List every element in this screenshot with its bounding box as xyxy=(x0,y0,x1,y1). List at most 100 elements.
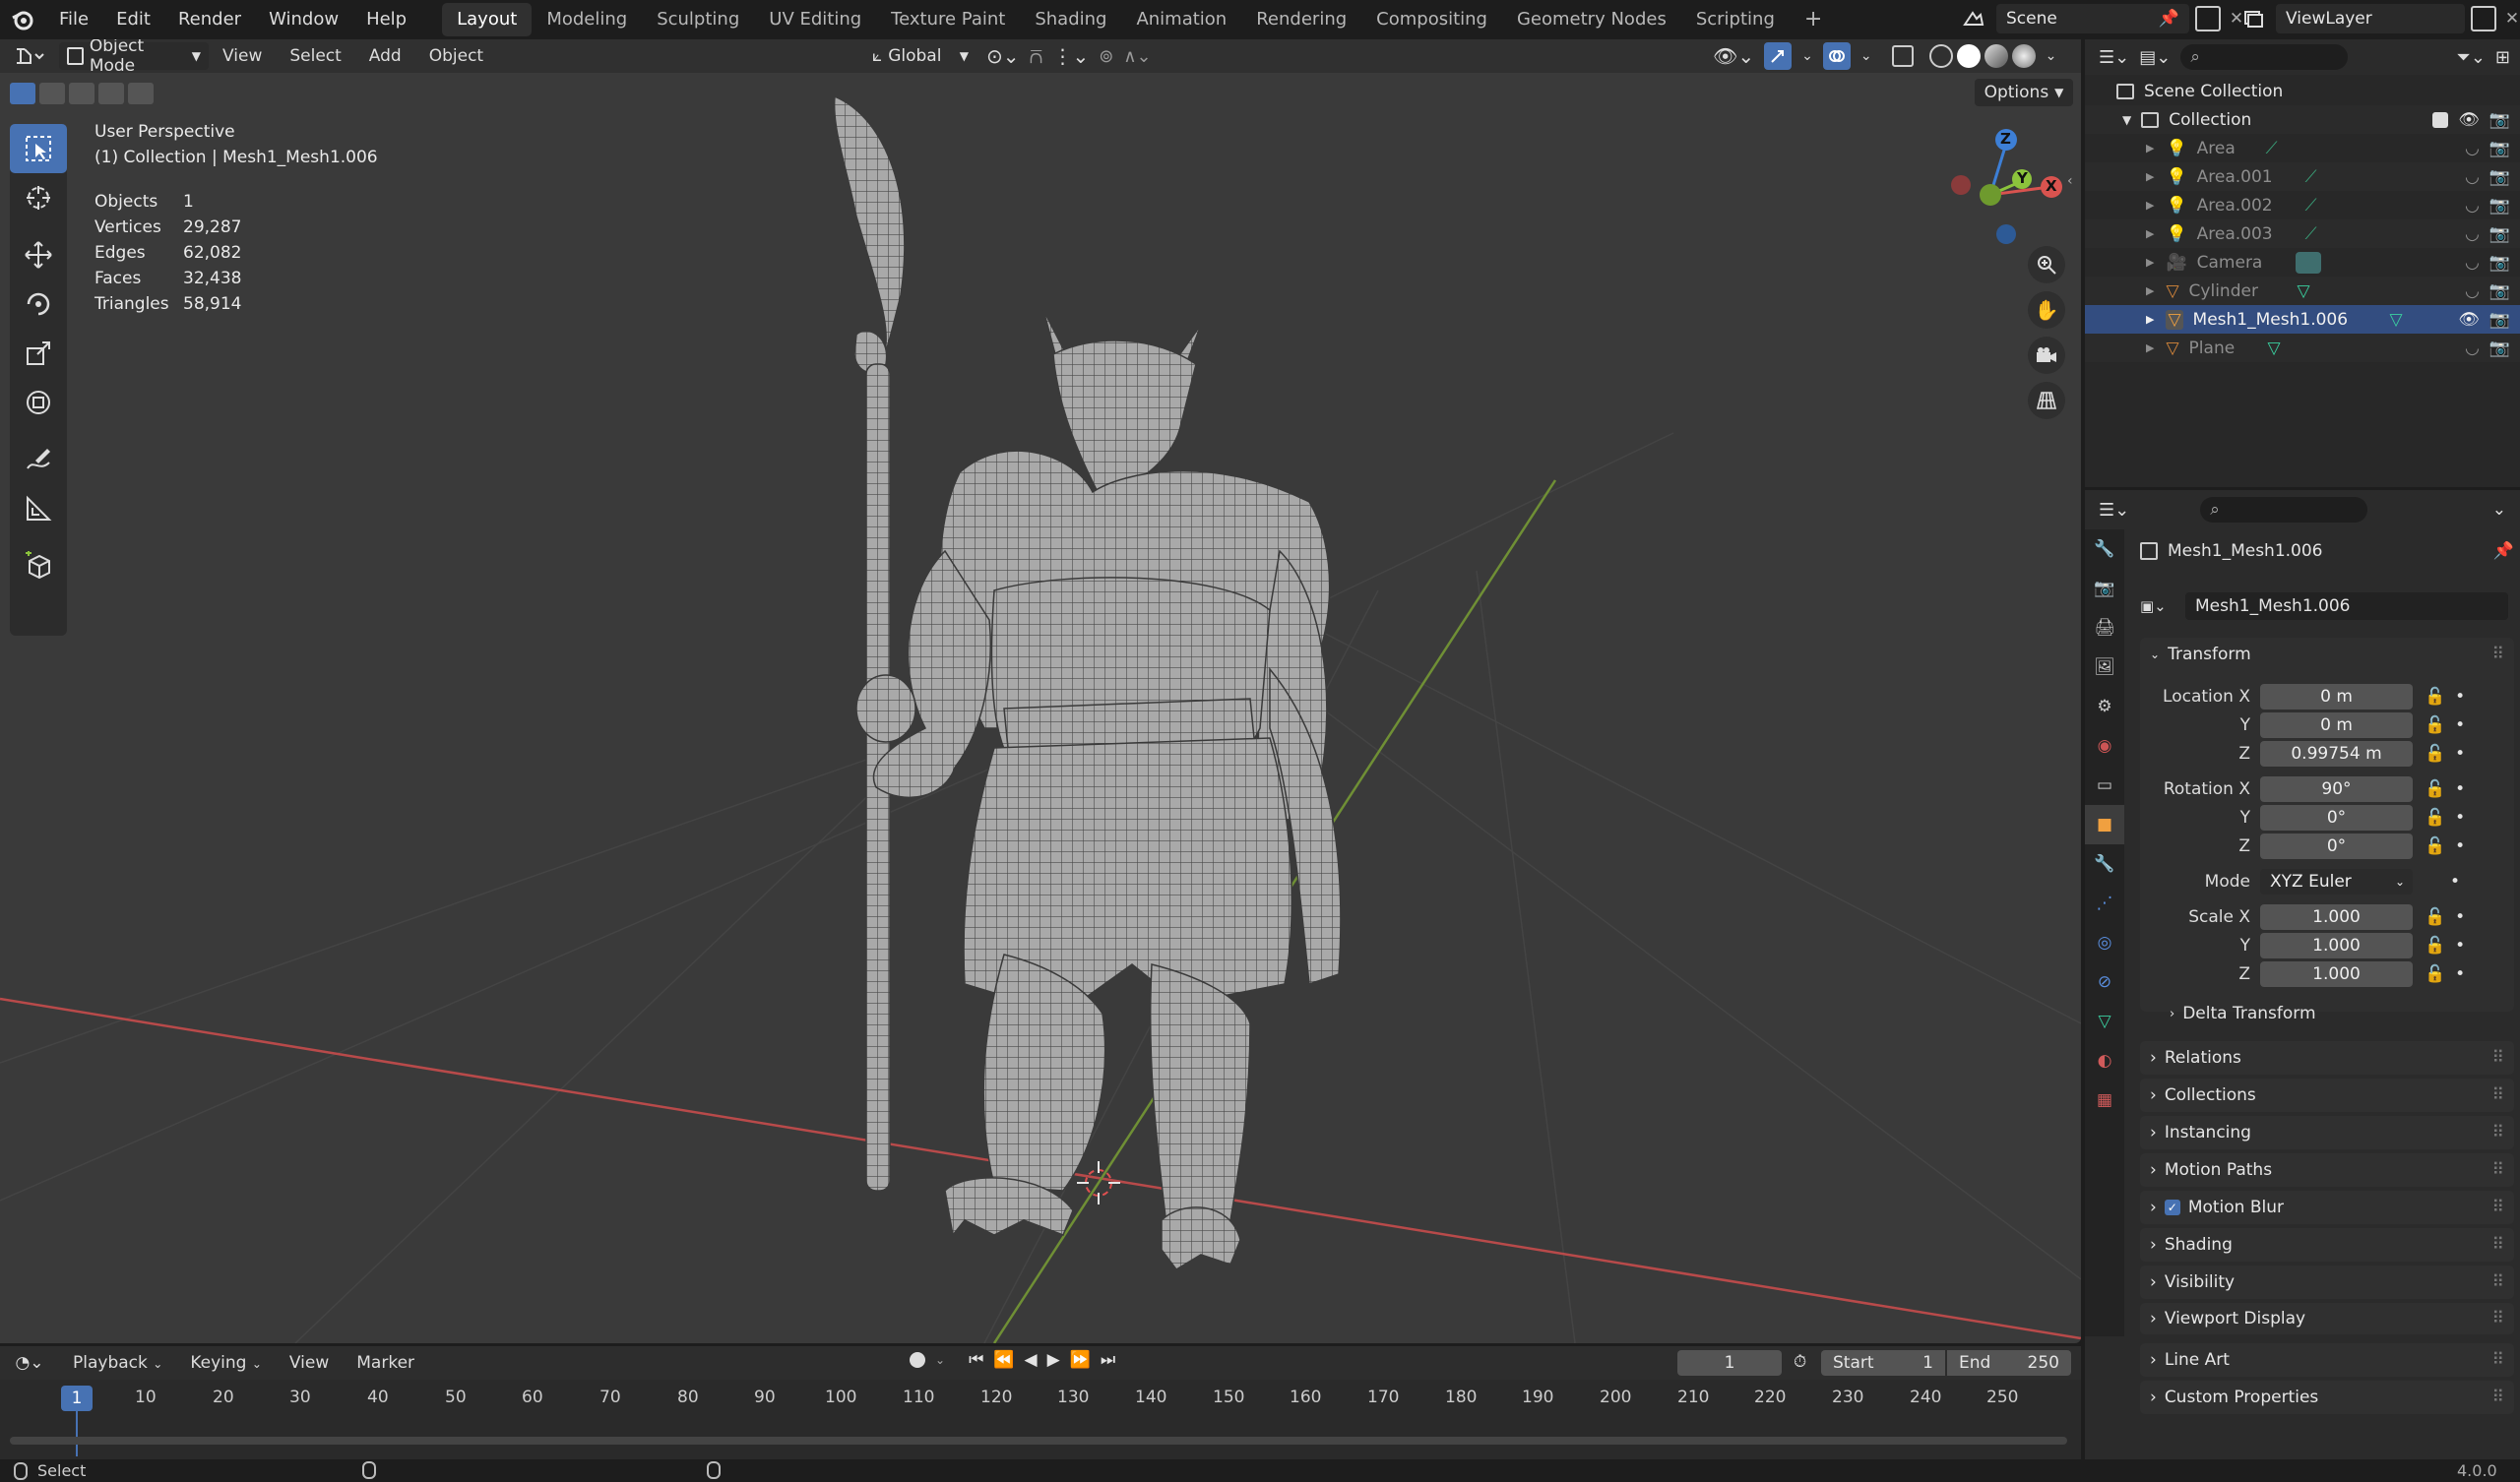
expand-arrow-icon[interactable]: ▶ xyxy=(2146,142,2154,154)
editor-type-icon[interactable] xyxy=(0,45,59,67)
lock-icon[interactable]: 🔓 xyxy=(2425,808,2445,828)
lock-icon[interactable]: 🔓 xyxy=(2425,907,2445,927)
outliner-scene-collection[interactable]: Scene Collection xyxy=(2085,77,2520,105)
camera-render-icon[interactable]: 📷 xyxy=(2489,310,2510,330)
drag-handle-icon[interactable]: ⠿ xyxy=(2492,1272,2504,1292)
tab-sculpting[interactable]: Sculpting xyxy=(642,3,754,36)
solid-shading-icon[interactable] xyxy=(1956,44,1981,68)
collection-tab-icon[interactable]: ▭ xyxy=(2085,766,2124,805)
drag-handle-icon[interactable]: ⠿ xyxy=(2492,1309,2504,1328)
zoom-icon[interactable] xyxy=(2028,246,2065,283)
motion-blur-checkbox[interactable]: ✓ xyxy=(2164,1200,2180,1215)
snap-icon[interactable]: ⩃ xyxy=(1030,44,1043,68)
play-icon[interactable]: ▶ xyxy=(1047,1350,1060,1370)
tab-scripting[interactable]: Scripting xyxy=(1681,3,1790,36)
eye-icon[interactable]: 👁 xyxy=(2458,310,2480,330)
particles-tab-icon[interactable]: ⋰ xyxy=(2085,884,2124,923)
menu-playback[interactable]: Playback ⌄ xyxy=(59,1353,176,1373)
lock-icon[interactable]: 🔓 xyxy=(2425,836,2445,856)
tab-uv-editing[interactable]: UV Editing xyxy=(754,3,876,36)
overlays-toggle-icon[interactable] xyxy=(1822,42,1851,70)
scale-y-field[interactable]: 1.000 xyxy=(2260,933,2413,958)
chevron-down-icon[interactable]: ⌄ xyxy=(1860,48,1872,64)
tab-shading[interactable]: Shading xyxy=(1020,3,1121,36)
lock-icon[interactable]: 🔓 xyxy=(2425,744,2445,764)
menu-edit[interactable]: Edit xyxy=(102,0,164,39)
physics-tab-icon[interactable]: ◎ xyxy=(2085,923,2124,962)
transform-panel-header[interactable]: ⌄ Transform ⠿ xyxy=(2140,638,2514,671)
camera-render-icon[interactable]: 📷 xyxy=(2489,253,2510,273)
cursor-tool-icon[interactable] xyxy=(10,173,67,222)
select-invert-icon[interactable] xyxy=(98,83,124,104)
properties-search-input[interactable]: ⌕ xyxy=(2200,497,2368,523)
location-y-field[interactable]: 0 m xyxy=(2260,712,2413,738)
visibility-panel[interactable]: › Visibility ⠿ xyxy=(2140,1266,2514,1299)
collections-panel[interactable]: › Collections ⠿ xyxy=(2140,1079,2514,1112)
render-tab-icon[interactable]: 📷 xyxy=(2085,569,2124,608)
tool-tab-icon[interactable]: 🔧 xyxy=(2085,529,2124,569)
world-tab-icon[interactable]: ◉ xyxy=(2085,726,2124,766)
outliner-item-plane[interactable]: ▶ ▽ Plane ▽ ◡ 📷 xyxy=(2085,334,2520,362)
blender-logo-icon[interactable] xyxy=(0,0,45,39)
keyframe-dot-icon[interactable]: • xyxy=(2455,744,2465,764)
view-layer-tab-icon[interactable]: 🖼 xyxy=(2085,648,2124,687)
new-scene-icon[interactable] xyxy=(2195,6,2221,31)
eye-closed-icon[interactable]: ◡ xyxy=(2465,196,2480,216)
lock-icon[interactable]: 🔓 xyxy=(2425,715,2445,735)
menu-select[interactable]: Select xyxy=(276,46,354,66)
jump-start-icon[interactable]: ⏮ xyxy=(969,1350,983,1370)
pin-icon[interactable]: 📌 xyxy=(2493,541,2514,561)
select-subtract-icon[interactable] xyxy=(69,83,94,104)
keyframe-dot-icon[interactable]: • xyxy=(2455,964,2465,984)
select-extend-icon[interactable] xyxy=(39,83,65,104)
current-frame-field[interactable]: 1 xyxy=(1677,1350,1782,1376)
playhead[interactable]: 1 xyxy=(61,1386,93,1411)
location-z-field[interactable]: 0.99754 m xyxy=(2260,741,2413,767)
outliner-item-area-001[interactable]: ▶ 💡 Area.001 ⟋ ◡ 📷 xyxy=(2085,162,2520,191)
camera-render-icon[interactable]: 📷 xyxy=(2489,196,2510,216)
outliner-item-cylinder[interactable]: ▶ ▽ Cylinder ▽ ◡ 📷 xyxy=(2085,277,2520,305)
rotation-z-field[interactable]: 0° xyxy=(2260,834,2413,859)
menu-view[interactable]: View xyxy=(209,46,276,66)
lock-icon[interactable]: 🔓 xyxy=(2425,779,2445,799)
editor-type-icon[interactable]: ◔⌄ xyxy=(0,1353,59,1373)
jump-end-icon[interactable]: ⏭ xyxy=(1101,1350,1115,1370)
material-tab-icon[interactable]: ◐ xyxy=(2085,1041,2124,1081)
add-workspace-button[interactable]: + xyxy=(1790,3,1837,36)
custom-properties-panel[interactable]: › Custom Properties ⠿ xyxy=(2140,1381,2514,1414)
rendered-shading-icon[interactable] xyxy=(2011,44,2036,68)
outliner-collection[interactable]: ▼ Collection 👁 📷 xyxy=(2085,105,2520,134)
chevron-down-icon[interactable]: ⌄ xyxy=(2492,500,2506,520)
data-tab-icon[interactable]: ▽ xyxy=(2085,1002,2124,1041)
menu-timeline-view[interactable]: View xyxy=(276,1353,343,1373)
camera-render-icon[interactable]: 📷 xyxy=(2489,281,2510,301)
rotation-mode-dropdown[interactable]: XYZ Euler ⌄ xyxy=(2260,869,2413,895)
expand-arrow-icon[interactable]: ▶ xyxy=(2146,341,2154,354)
delete-view-layer-icon[interactable]: ✕ xyxy=(2502,9,2520,29)
collapse-arrow-icon[interactable]: ▼ xyxy=(2122,113,2131,127)
modifiers-tab-icon[interactable]: 🔧 xyxy=(2085,844,2124,884)
keyframe-dot-icon[interactable]: • xyxy=(2455,779,2465,799)
visibility-icon[interactable]: 👁⌄ xyxy=(1713,44,1754,68)
lock-icon[interactable]: 🔓 xyxy=(2425,936,2445,956)
camera-render-icon[interactable]: 📷 xyxy=(2489,139,2510,158)
tab-modeling[interactable]: Modeling xyxy=(532,3,642,36)
snap-target-icon[interactable]: ⋮⌄ xyxy=(1053,44,1090,68)
object-name-field[interactable]: Mesh1_Mesh1.006 xyxy=(2185,592,2508,620)
tab-layout[interactable]: Layout xyxy=(442,3,533,36)
scene-selector-icon[interactable] xyxy=(1957,4,1990,33)
start-frame-field[interactable]: Start 1 xyxy=(1821,1350,1945,1376)
outliner-search-input[interactable]: ⌕ xyxy=(2180,44,2349,70)
motion-blur-panel[interactable]: › ✓ Motion Blur ⠿ xyxy=(2140,1191,2514,1224)
new-view-layer-icon[interactable] xyxy=(2471,6,2496,31)
tab-animation[interactable]: Animation xyxy=(1121,3,1241,36)
expand-arrow-icon[interactable]: ▶ xyxy=(2146,256,2154,269)
falloff-icon[interactable]: ∧⌄ xyxy=(1123,46,1151,67)
tab-texture-paint[interactable]: Texture Paint xyxy=(876,3,1020,36)
scale-x-field[interactable]: 1.000 xyxy=(2260,904,2413,930)
keyframe-dot-icon[interactable]: • xyxy=(2455,907,2465,927)
camera-render-icon[interactable]: 📷 xyxy=(2489,224,2510,244)
tab-compositing[interactable]: Compositing xyxy=(1361,3,1502,36)
mode-dropdown[interactable]: Object Mode ▼ xyxy=(59,39,209,76)
chevron-down-icon[interactable]: ⌄ xyxy=(935,1353,945,1367)
